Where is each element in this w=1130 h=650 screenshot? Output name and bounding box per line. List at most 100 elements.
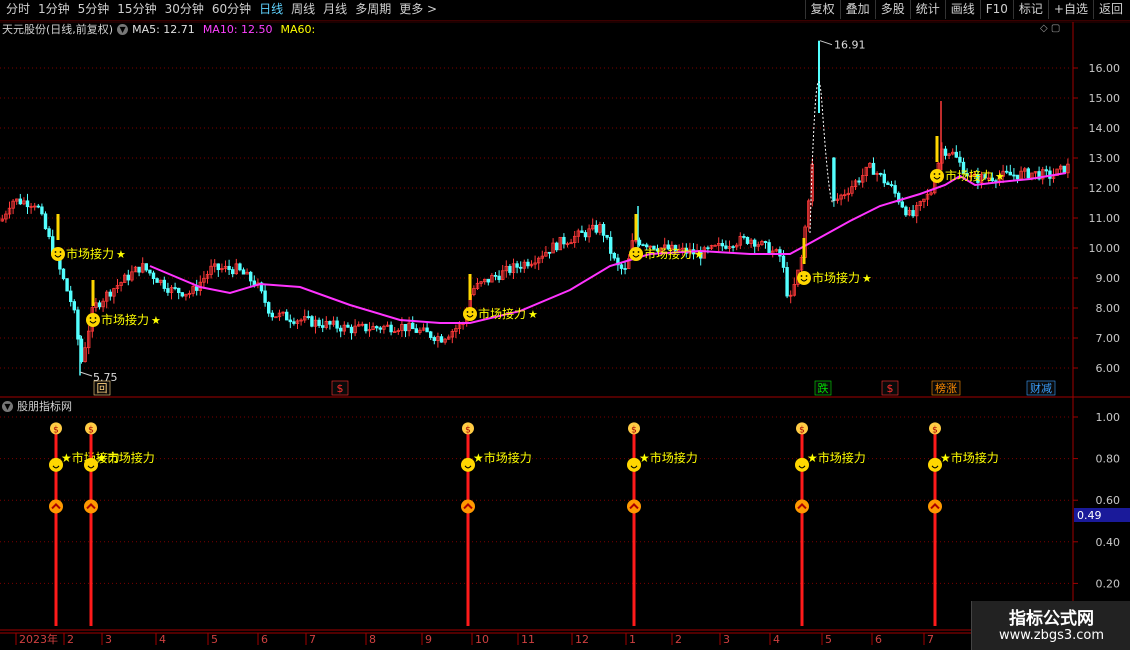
candle-body <box>72 301 76 311</box>
low-pointer <box>79 371 93 377</box>
money-bag-symbol: $ <box>88 425 94 435</box>
candle-body <box>1012 174 1016 177</box>
smiley-eye <box>938 173 941 175</box>
candle-body <box>47 228 51 238</box>
candle-body <box>180 292 184 297</box>
y-tick-label: 14.00 <box>1089 122 1121 135</box>
money-bag-symbol: $ <box>932 425 938 435</box>
candle-body <box>508 265 512 273</box>
star-icon: ★ <box>528 308 538 321</box>
y-tick-label: 6.00 <box>1096 362 1121 375</box>
candle-body <box>745 236 750 244</box>
candle-body <box>486 278 490 283</box>
candle-body <box>288 319 292 323</box>
star-icon: ★ <box>694 248 704 261</box>
candle-body <box>742 236 746 238</box>
candle-body <box>904 206 908 216</box>
candle-body <box>335 320 339 329</box>
stock-chart[interactable]: 16.0015.0014.0013.0012.0011.0010.009.008… <box>0 0 1130 650</box>
watermark: 指标公式网 www.zbgs3.com <box>971 601 1130 650</box>
y-tick-label: 11.00 <box>1089 212 1121 225</box>
sub-signal: $ ★市场接力 <box>461 422 532 626</box>
candle-body <box>389 324 393 333</box>
smiley-eye <box>471 311 474 313</box>
candle-body <box>889 184 894 186</box>
candle-body <box>562 236 566 245</box>
signal-label: 市场接力 <box>644 246 692 261</box>
candle-body <box>893 185 897 194</box>
candle-body <box>18 198 22 205</box>
event-marker: 跌 <box>818 381 829 395</box>
candle-body <box>414 328 418 333</box>
candle-body <box>1005 170 1009 173</box>
candle-body <box>266 302 271 314</box>
candle-body <box>555 242 559 251</box>
candle-body <box>374 326 379 329</box>
candle-body <box>320 325 325 328</box>
signal-marker: 市场接力 ★ <box>463 274 538 321</box>
smiley-eye <box>59 251 62 253</box>
candle-body <box>515 263 519 268</box>
up-arrow-icon <box>627 499 641 514</box>
candle-body <box>328 321 332 325</box>
event-marker: 回 <box>97 382 108 395</box>
candle-body <box>173 287 177 289</box>
candle-body <box>69 290 73 302</box>
candle-body <box>65 278 69 292</box>
signal-marker: 市场接力 ★ <box>51 214 126 261</box>
candle-body <box>151 272 156 279</box>
sub-signal-label: ★市场接力 <box>96 450 155 465</box>
event-marker: $ <box>337 382 344 395</box>
sub-signal: $ ★市场接力 <box>795 422 866 626</box>
candle-body <box>832 157 836 201</box>
candle-body <box>270 312 274 318</box>
sub-y-tick-label: 0.80 <box>1096 453 1121 466</box>
sub-signal-label: ★市场接力 <box>473 450 532 465</box>
money-bag-symbol: $ <box>631 425 637 435</box>
y-tick-label: 12.00 <box>1089 182 1121 195</box>
candle-body <box>310 316 314 327</box>
candle-body <box>497 275 501 280</box>
x-tick-label: 5 <box>825 633 832 646</box>
candle-body <box>1026 168 1030 179</box>
smiley-eye <box>933 173 936 175</box>
candle-body <box>338 327 343 332</box>
x-tick-label: 12 <box>575 633 589 646</box>
candle-body <box>785 267 789 297</box>
candle-body <box>857 180 861 183</box>
y-tick-label: 16.00 <box>1089 62 1121 75</box>
x-tick-label: 5 <box>211 633 218 646</box>
x-tick-label: 6 <box>875 633 882 646</box>
candle-body <box>619 264 624 269</box>
candle-body <box>753 239 757 247</box>
candle-body <box>238 263 242 271</box>
candle-body <box>403 323 408 332</box>
candle-body <box>1062 165 1066 174</box>
candle-body <box>731 246 735 248</box>
signal-label: 市场接力 <box>66 246 114 261</box>
smiley-icon <box>463 307 477 321</box>
candle-body <box>871 162 876 175</box>
smiley-eye <box>805 275 808 277</box>
y-tick-label: 8.00 <box>1096 302 1121 315</box>
x-tick-label: 2 <box>67 633 74 646</box>
candle-body <box>144 263 148 271</box>
sub-y-tick-label: 0.20 <box>1096 577 1121 590</box>
current-value: 0.49 <box>1077 509 1102 522</box>
candle-body <box>25 200 30 208</box>
sub-y-tick-label: 1.00 <box>1096 411 1121 424</box>
candle-body <box>580 230 584 233</box>
candle-body <box>148 269 152 274</box>
candle-body <box>767 242 771 255</box>
candles <box>0 142 1070 364</box>
signal-label: 市场接力 <box>945 168 993 183</box>
watermark-title: 指标公式网 <box>1009 609 1094 629</box>
money-bag-symbol: $ <box>465 425 471 435</box>
candle-body <box>778 249 782 257</box>
candle-body <box>410 322 415 330</box>
candle-body <box>781 255 786 268</box>
candle-body <box>40 206 44 215</box>
candle-body <box>493 274 498 277</box>
candle-body <box>1015 174 1020 180</box>
candle-body <box>425 327 429 333</box>
